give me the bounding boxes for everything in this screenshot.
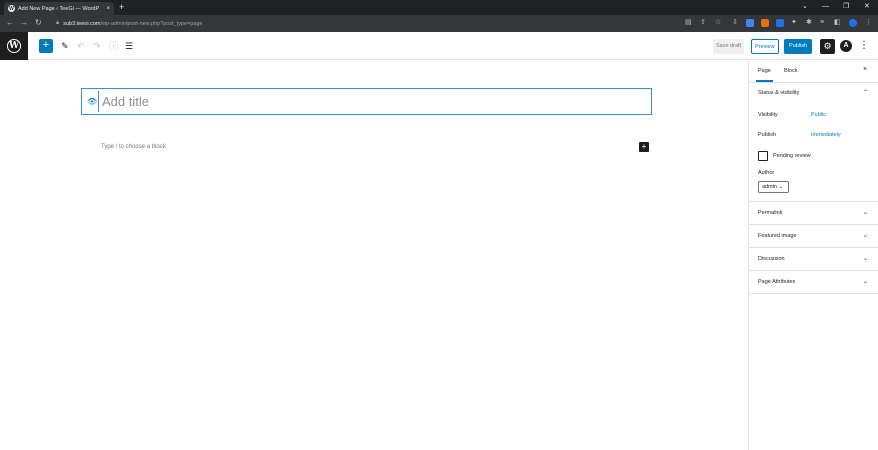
status-visibility-heading[interactable]: Status & visibility: [758, 90, 799, 96]
chevron-down-icon[interactable]: ⌄: [863, 232, 868, 239]
divider: [749, 270, 878, 271]
discussion-panel[interactable]: Discussion: [758, 256, 785, 262]
url-field[interactable]: 🔒︎ sub3.teeoi.com /wp-admin/post-new.php…: [56, 18, 203, 29]
settings-gear-icon[interactable]: ⚙: [820, 39, 835, 54]
post-title-field[interactable]: 👁︎ Add title: [81, 88, 652, 115]
page-attributes-panel[interactable]: Page Attributes: [758, 279, 795, 285]
restore-button[interactable]: ❐: [843, 1, 849, 13]
lock-icon: 🔒︎: [56, 20, 60, 26]
options-more-icon[interactable]: ⋮: [859, 39, 869, 53]
extension-orange-icon[interactable]: [761, 19, 769, 27]
text-caret: [98, 91, 99, 112]
publish-label: Publish: [758, 132, 777, 138]
visibility-toggle[interactable]: Public: [811, 112, 826, 118]
new-tab-button[interactable]: +: [119, 2, 124, 13]
chevron-up-icon[interactable]: ⌃: [863, 89, 868, 96]
wordpress-logo-button[interactable]: W: [0, 32, 28, 60]
pending-review-label: Pending review: [773, 153, 811, 159]
chevron-down-icon[interactable]: ⌄: [863, 278, 868, 285]
extension-sparkle-icon[interactable]: ✦: [791, 18, 797, 28]
chevron-down-icon[interactable]: ⌄: [863, 255, 868, 262]
forward-icon[interactable]: →: [20, 18, 28, 28]
add-block-button[interactable]: +: [39, 39, 53, 53]
profile-avatar[interactable]: [849, 19, 857, 27]
tab-close-icon[interactable]: ×: [106, 6, 110, 12]
title-placeholder: Add title: [102, 94, 149, 109]
browser-tab-bar: W Add New Page ‹ TeeGi — WordP × + ⌄ — ❐…: [0, 0, 878, 15]
publish-button[interactable]: Publish: [784, 39, 812, 54]
sidebar-tabs: Page Block ×: [749, 60, 878, 83]
publish-date-toggle[interactable]: Immediately: [811, 132, 841, 138]
download-icon[interactable]: ⇩: [732, 18, 738, 28]
details-info-icon[interactable]: ⓘ: [109, 40, 118, 52]
address-bar-row: ← → ↻ 🔒︎ sub3.teeoi.com /wp-admin/post-n…: [0, 15, 878, 32]
inserter-plus-icon[interactable]: +: [639, 142, 649, 152]
preview-button[interactable]: Preview: [751, 39, 779, 54]
browser-tab[interactable]: W Add New Page ‹ TeeGi — WordP ×: [4, 2, 114, 15]
side-panel-icon[interactable]: ◧: [834, 18, 841, 28]
author-label: Author: [758, 170, 775, 176]
pending-review-checkbox[interactable]: [758, 151, 768, 161]
undo-icon[interactable]: ↶: [77, 40, 85, 52]
extensions-puzzle-icon[interactable]: ✱: [806, 18, 812, 28]
close-sidebar-icon[interactable]: ×: [863, 66, 867, 73]
reading-list-icon[interactable]: ≡: [820, 18, 824, 28]
settings-sidebar: Page Block × Status & visibility ⌃ Visib…: [748, 60, 878, 450]
tab-block[interactable]: Block: [784, 68, 797, 74]
minimize-button[interactable]: —: [822, 1, 829, 13]
bookmark-star-icon[interactable]: ☆: [715, 18, 721, 28]
divider: [749, 247, 878, 248]
share-icon[interactable]: ⇪: [700, 18, 706, 28]
extension-shield-icon[interactable]: [776, 19, 784, 27]
list-view-icon[interactable]: ☰: [125, 40, 133, 52]
redo-icon[interactable]: ↷: [93, 40, 101, 52]
pencil-tools-icon[interactable]: ✎: [61, 40, 69, 52]
url-host: sub3.teeoi.com: [63, 20, 101, 27]
plugin-a-icon[interactable]: A: [840, 40, 852, 52]
back-icon[interactable]: ←: [6, 18, 14, 28]
wordpress-icon: W: [7, 39, 21, 53]
default-block-appender[interactable]: Type / to choose a block: [101, 144, 166, 150]
permalink-panel[interactable]: Permalink: [758, 210, 782, 216]
visibility-label: Visibility: [758, 112, 778, 118]
url-path: /wp-admin/post-new.php?post_type=page: [100, 20, 203, 27]
wordpress-favicon-icon: W: [8, 5, 15, 12]
divider: [749, 293, 878, 294]
divider: [749, 224, 878, 225]
reload-icon[interactable]: ↻: [35, 18, 42, 28]
tab-page[interactable]: Page: [756, 68, 773, 82]
featured-image-panel[interactable]: Featured image: [758, 233, 797, 239]
editor-header: W + ✎ ↶ ↷ ⓘ ☰ Save draft Preview Publish…: [0, 32, 878, 60]
eye-icon: 👁︎: [87, 97, 98, 106]
save-draft-button[interactable]: Save draft: [713, 39, 745, 54]
translate-icon[interactable]: ▤: [685, 18, 692, 28]
author-select[interactable]: admin ⌄: [758, 181, 789, 193]
divider: [749, 201, 878, 202]
close-window-button[interactable]: ✕: [864, 1, 870, 13]
extension-blue-icon[interactable]: [746, 19, 754, 27]
chevron-down-icon[interactable]: ⌄: [863, 209, 868, 216]
tab-search-icon[interactable]: ⌄: [802, 1, 808, 13]
browser-menu-icon[interactable]: ⋮: [865, 18, 872, 28]
tab-title: Add New Page ‹ TeeGi — WordP: [18, 5, 100, 12]
